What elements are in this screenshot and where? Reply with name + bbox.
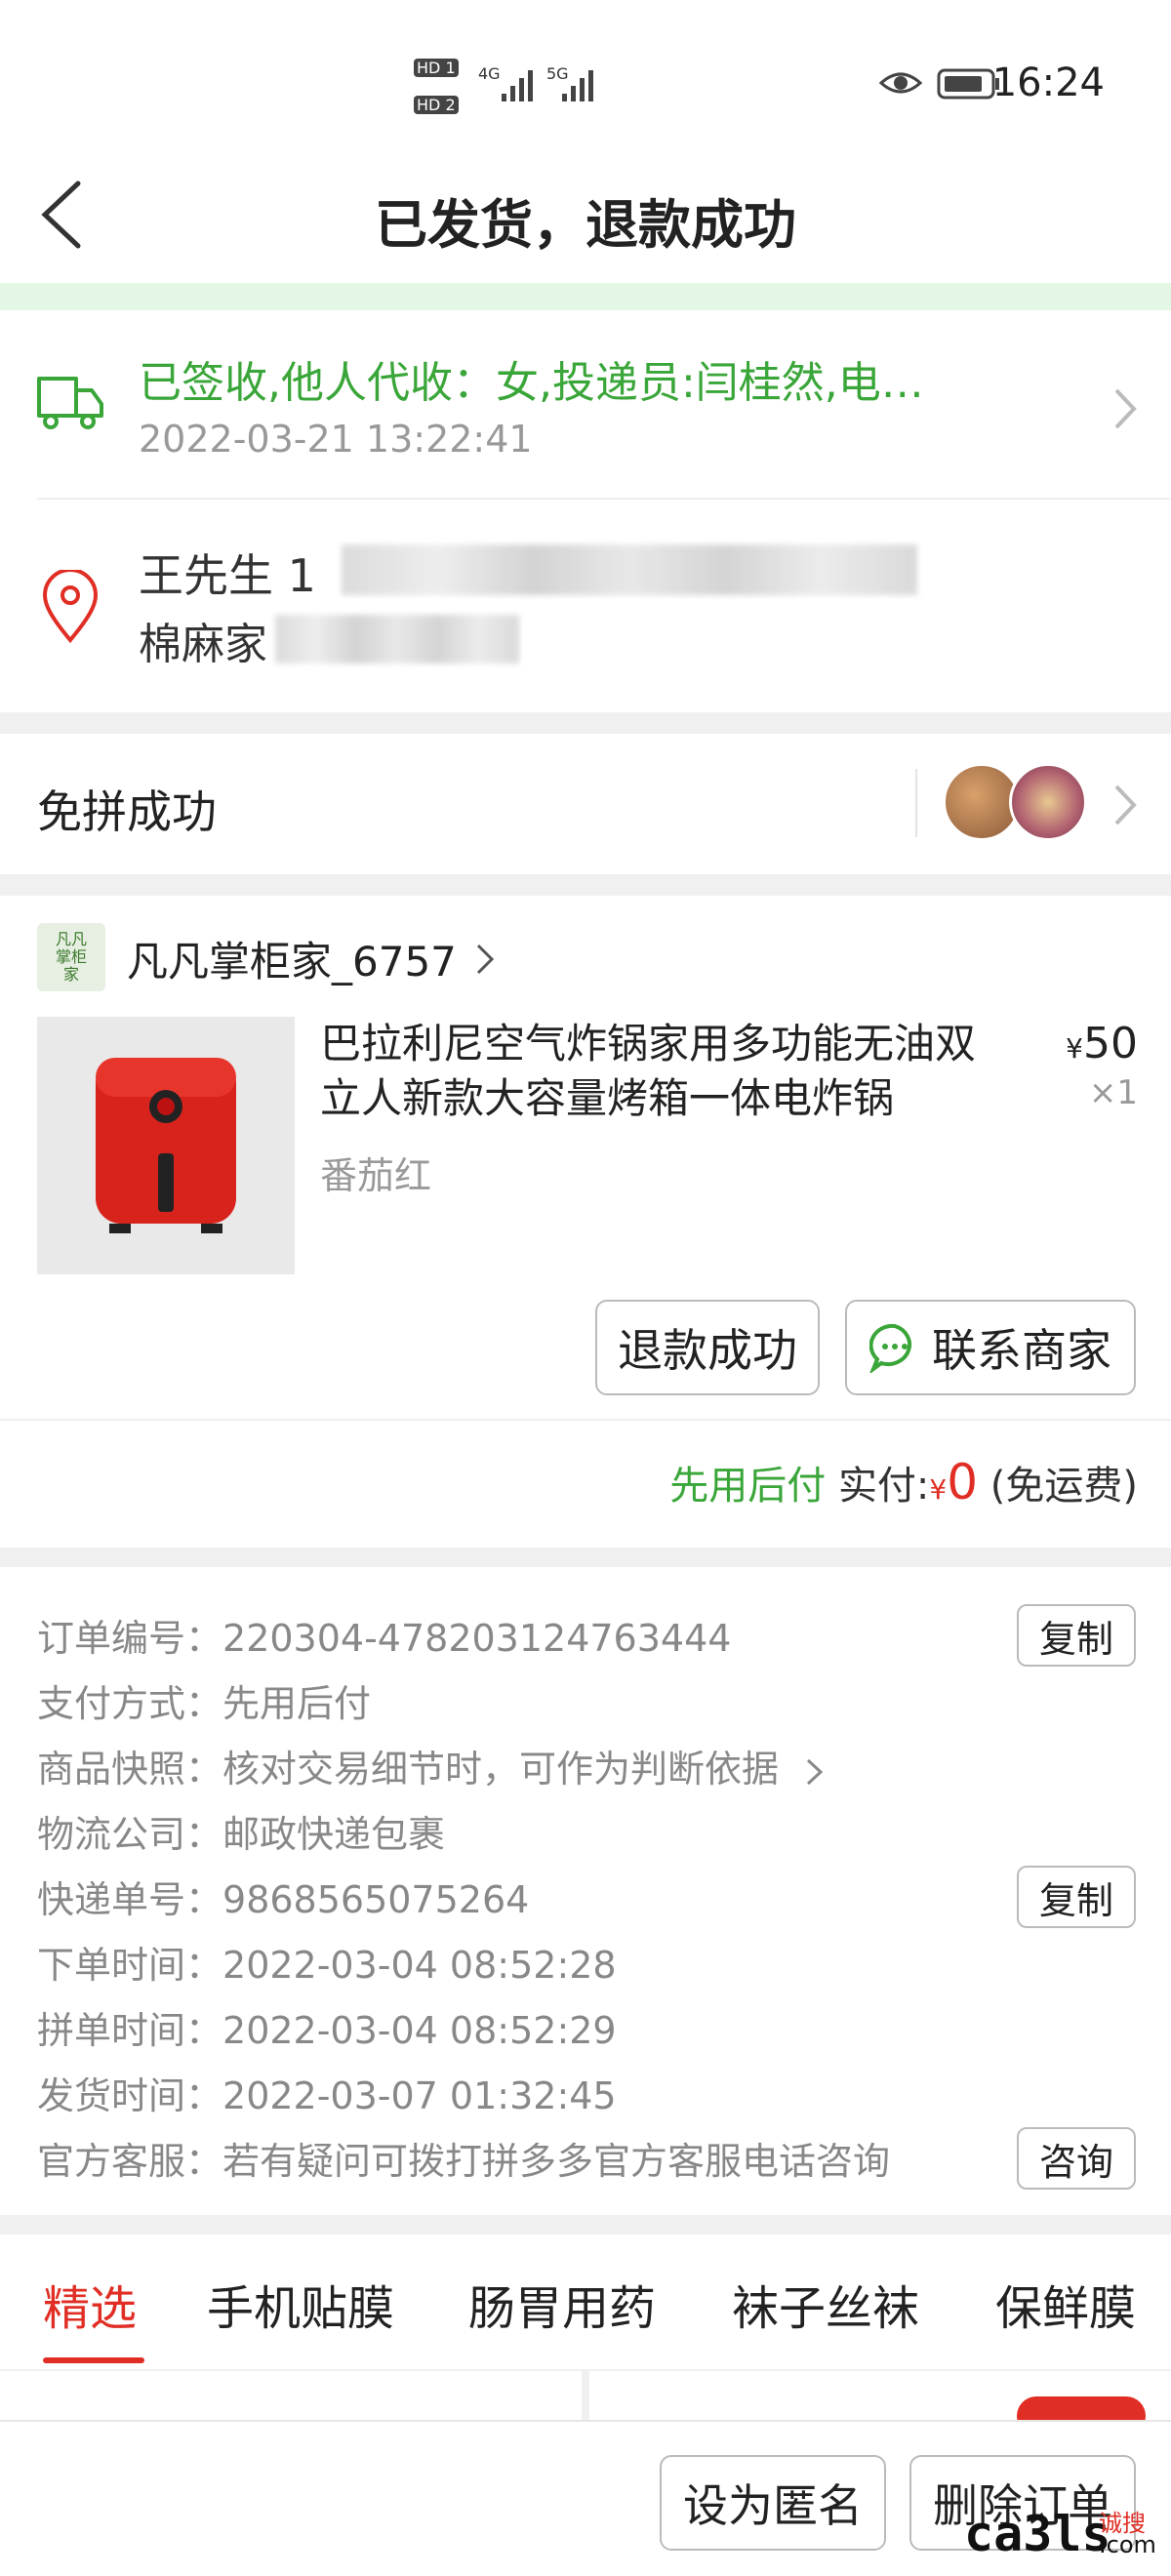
ship-time-row: 发货时间：2022-03-07 01:32:45 bbox=[37, 2074, 617, 2117]
hd-indicator-1: HD 1 bbox=[414, 55, 459, 78]
copy-tracking-number-button[interactable]: 复制 bbox=[1017, 1866, 1136, 1928]
contact-seller-button[interactable]: 联系商家 bbox=[845, 1300, 1136, 1395]
recommendation-tabs: 精选 手机贴膜 肠胃用药 袜子丝袜 保鲜膜 bbox=[0, 2234, 1171, 2369]
bottom-action-bar: 设为匿名 删除订单 ca3ls 诚搜 .com bbox=[0, 2420, 1171, 2576]
watermark-sub: .com bbox=[1099, 2531, 1156, 2558]
page-title: 已发货，退款成功 bbox=[375, 194, 796, 256]
order-time-row: 下单时间：2022-03-04 08:52:28 bbox=[37, 1944, 617, 1987]
tab-socks[interactable]: 袜子丝袜 bbox=[732, 2270, 919, 2338]
tracking-status: 已签收,他人代收：女,投递员:闫桂然,电… bbox=[139, 358, 924, 408]
receiver-address: 棉麻家 bbox=[139, 620, 267, 669]
chat-icon bbox=[869, 1323, 912, 1373]
product-title[interactable]: 巴拉利尼空气炸锅家用多功能无油双立人新款大容量烤箱一体电炸锅 bbox=[320, 1017, 1003, 1126]
chevron-right-icon bbox=[807, 1758, 824, 1785]
eye-icon bbox=[878, 72, 923, 94]
group-status-row[interactable]: 免拼成功 bbox=[0, 734, 1171, 874]
product-quantity: ×1 bbox=[1088, 1073, 1138, 1112]
avatar bbox=[1009, 763, 1087, 841]
logistics-company-row: 物流公司：邮政快递包裹 bbox=[37, 1813, 446, 1856]
product-variant: 番茄红 bbox=[320, 1154, 432, 1197]
phone-redacted bbox=[342, 544, 917, 595]
tracking-number-row: 快递单号：9868565075264 bbox=[37, 1878, 530, 1921]
tracking-time: 2022-03-21 13:22:41 bbox=[139, 418, 533, 461]
chevron-right-icon bbox=[476, 944, 495, 975]
product-price: ¥50 bbox=[1066, 1019, 1138, 1068]
truck-icon bbox=[37, 377, 103, 429]
location-pin-icon bbox=[42, 570, 99, 644]
status-banner bbox=[0, 283, 1171, 310]
signal-icon bbox=[502, 70, 533, 101]
status-bar: HD 1 HD 2 4G 5G 16:24 bbox=[0, 0, 1171, 166]
group-status-label: 免拼成功 bbox=[37, 785, 217, 838]
snapshot-row[interactable]: 商品快照：核对交易细节时，可作为判断依据 bbox=[37, 1739, 826, 1792]
refund-status-button[interactable]: 退款成功 bbox=[595, 1300, 820, 1395]
network-type-1: 4G bbox=[478, 64, 501, 83]
order-info-card: 订单编号：220304-478203124763444 复制 支付方式：先用后付… bbox=[0, 1567, 1171, 2215]
receiver-name: 王先生 1 bbox=[139, 549, 316, 602]
address-row[interactable]: 王先生 1 棉麻家 bbox=[0, 500, 1171, 712]
divider bbox=[915, 769, 917, 837]
logistics-card: 已签收,他人代收：女,投递员:闫桂然,电… 2022-03-21 13:22:4… bbox=[0, 310, 1171, 712]
shop-name[interactable]: 凡凡掌柜家_6757 bbox=[127, 929, 457, 988]
tab-indicator bbox=[43, 2357, 144, 2363]
hd-indicator-2: HD 2 bbox=[414, 92, 459, 115]
shop-logo: 凡凡掌柜家 bbox=[37, 923, 105, 991]
address-redacted bbox=[275, 615, 519, 664]
order-number-row: 订单编号：220304-478203124763444 bbox=[37, 1617, 732, 1660]
copy-order-number-button[interactable]: 复制 bbox=[1017, 1604, 1136, 1667]
chevron-right-icon bbox=[1114, 785, 1137, 825]
group-time-row: 拼单时间：2022-03-04 08:52:29 bbox=[37, 2009, 617, 2052]
tab-stomach-medicine[interactable]: 肠胃用药 bbox=[468, 2270, 656, 2338]
watermark: ca3ls bbox=[964, 2506, 1111, 2562]
product-image[interactable] bbox=[37, 1017, 295, 1274]
consult-button[interactable]: 咨询 bbox=[1017, 2127, 1136, 2190]
tab-featured[interactable]: 精选 bbox=[43, 2270, 137, 2338]
payment-summary: 先用后付 实付:¥0 (免运费) bbox=[669, 1454, 1138, 1510]
air-fryer-image bbox=[96, 1058, 236, 1233]
customer-service-row: 官方客服：若有疑问可拨打拼多多官方客服电话咨询 bbox=[37, 2140, 891, 2183]
order-card: 凡凡掌柜家 凡凡掌柜家_6757 巴拉利尼空气炸锅家用多功能无油双立人新款大容量… bbox=[0, 896, 1171, 1548]
chevron-right-icon bbox=[1114, 388, 1137, 429]
tab-cling-film[interactable]: 保鲜膜 bbox=[995, 2270, 1136, 2338]
divider bbox=[0, 1419, 1171, 1421]
navigation-bar: 已发货，退款成功 bbox=[0, 146, 1171, 283]
payment-method-row: 支付方式：先用后付 bbox=[37, 1682, 372, 1725]
set-anonymous-button[interactable]: 设为匿名 bbox=[660, 2455, 886, 2551]
tracking-row[interactable]: 已签收,他人代收：女,投递员:闫桂然,电… 2022-03-21 13:22:4… bbox=[0, 310, 1171, 496]
clock: 16:24 bbox=[991, 60, 1105, 105]
signal-icon-2 bbox=[562, 70, 593, 101]
tab-phone-film[interactable]: 手机贴膜 bbox=[207, 2270, 394, 2338]
